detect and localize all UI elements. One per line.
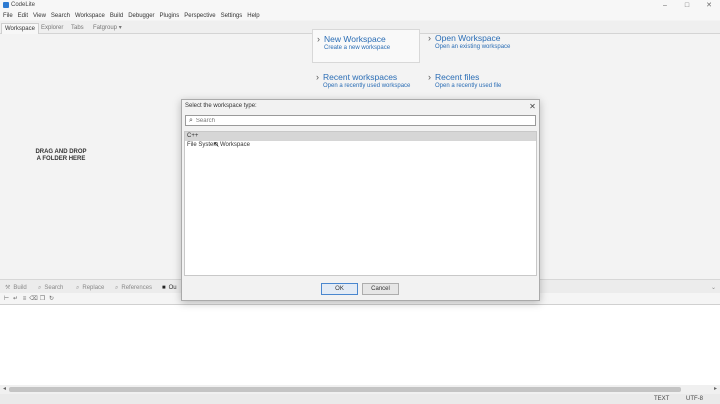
scrollbar-thumb[interactable] (9, 387, 681, 392)
tab-output[interactable]: ■ Ou (162, 283, 177, 293)
close-window-button[interactable]: ✕ (698, 0, 720, 11)
refresh-icon[interactable]: ↻ (47, 295, 56, 302)
drag-drop-line1: DRAG AND DROP (35, 149, 87, 155)
menu-debugger[interactable]: Debugger (128, 13, 154, 19)
replace-icon: ⌕ (76, 285, 80, 291)
workspace-type-dialog: Select the workspace type: ✕ ⌕ C++ File … (181, 99, 540, 301)
menu-search[interactable]: Search (51, 13, 70, 19)
menu-settings[interactable]: Settings (221, 13, 243, 19)
output-area[interactable] (0, 305, 720, 385)
scroll-right-icon[interactable]: ▸ (711, 385, 720, 394)
new-workspace-subtitle: Create a new workspace (324, 45, 391, 51)
menu-bar: File Edit View Search Workspace Build De… (0, 11, 720, 20)
chevron-down-icon[interactable]: ⌄ (711, 283, 716, 293)
status-encoding[interactable]: UTF-8 (686, 395, 703, 403)
tab-fatgroup-label: Fatgroup (93, 25, 118, 31)
chevron-right-icon: › (316, 71, 319, 82)
menu-build[interactable]: Build (110, 13, 123, 19)
build-icon: ⚒ (5, 285, 11, 291)
tab-references-label: References (121, 285, 153, 291)
output-icon: ■ (162, 285, 166, 291)
menu-file[interactable]: File (3, 13, 13, 19)
open-workspace-subtitle: Open an existing workspace (435, 44, 511, 50)
tab-explorer[interactable]: Explorer (38, 23, 66, 34)
pin-icon[interactable]: ⊢ (2, 295, 11, 302)
list-item-cpp[interactable]: C++ (185, 132, 536, 141)
tab-fatgroup[interactable]: Fatgroup ▾ (90, 23, 125, 34)
ok-button[interactable]: OK (321, 283, 358, 295)
tab-references[interactable]: ⌕ References (115, 283, 152, 293)
tab-replace[interactable]: ⌕ Replace (76, 283, 104, 293)
clear-icon[interactable]: ⌫ (29, 295, 38, 302)
recent-files-card[interactable]: › Recent files Open a recently used file (424, 68, 544, 96)
minimize-button[interactable]: – (654, 0, 676, 11)
menu-help[interactable]: Help (247, 13, 259, 19)
cancel-button[interactable]: Cancel (362, 283, 399, 295)
tab-search[interactable]: ⌕ Search (38, 283, 63, 293)
menu-plugins[interactable]: Plugins (160, 13, 180, 19)
recent-files-subtitle: Open a recently used file (435, 83, 502, 89)
recent-files-title: Recent files (435, 72, 480, 82)
chevron-right-icon: › (428, 32, 431, 43)
search-field[interactable]: ⌕ (185, 115, 536, 126)
search-icon: ⌕ (189, 117, 193, 124)
close-icon[interactable]: ✕ (527, 101, 538, 112)
drag-drop-hint: DRAG AND DROP A FOLDER HERE (30, 149, 92, 163)
references-icon: ⌕ (115, 285, 119, 291)
status-bar: TEXT UTF-8 (0, 394, 720, 404)
status-file-type[interactable]: TEXT (654, 395, 669, 403)
copy-icon[interactable]: ❐ (38, 295, 47, 302)
app-logo-icon (3, 2, 9, 8)
search-icon: ⌕ (38, 285, 42, 291)
tab-search-label: Search (44, 285, 64, 291)
menu-view[interactable]: View (33, 13, 46, 19)
tab-tabs[interactable]: Tabs (68, 23, 87, 34)
dialog-title: Select the workspace type: (185, 103, 257, 109)
recent-workspaces-subtitle: Open a recently used workspace (323, 83, 411, 89)
tab-build-label: Build (13, 285, 27, 291)
open-workspace-card[interactable]: › Open Workspace Open an existing workspa… (424, 29, 544, 63)
menu-workspace[interactable]: Workspace (75, 13, 105, 19)
scroll-left-icon[interactable]: ◂ (0, 385, 9, 394)
drag-drop-line2: A FOLDER HERE (36, 156, 86, 162)
wrap-icon[interactable]: ↵ (11, 295, 20, 302)
list-item-file-system-workspace[interactable]: File System Workspace (185, 141, 536, 150)
open-workspace-title: Open Workspace (435, 33, 501, 43)
mouse-cursor-icon: ↖ (213, 140, 220, 149)
chevron-right-icon: › (317, 33, 320, 44)
recent-workspaces-card[interactable]: › Recent workspaces Open a recently used … (312, 68, 420, 96)
recent-workspaces-title: Recent workspaces (323, 72, 398, 82)
tab-build[interactable]: ⚒ Build (5, 283, 27, 293)
new-workspace-card[interactable]: › New Workspace Create a new workspace (312, 29, 420, 63)
tab-replace-label: Replace (82, 285, 105, 291)
chevron-right-icon: › (428, 71, 431, 82)
list-icon[interactable]: ≡ (20, 296, 29, 302)
maximize-button[interactable]: □ (676, 0, 698, 11)
menu-edit[interactable]: Edit (18, 13, 28, 19)
search-input[interactable] (195, 117, 526, 124)
tab-workspace[interactable]: Workspace (1, 23, 39, 34)
workspace-type-list[interactable]: C++ File System Workspace ↖ (184, 131, 537, 276)
tab-output-label: Ou (168, 285, 177, 291)
new-workspace-title: New Workspace (324, 34, 386, 44)
app-title: CodeLite (11, 2, 36, 8)
menu-perspective[interactable]: Perspective (184, 13, 215, 19)
title-bar (0, 0, 720, 11)
chevron-down-icon: ▾ (118, 25, 122, 31)
